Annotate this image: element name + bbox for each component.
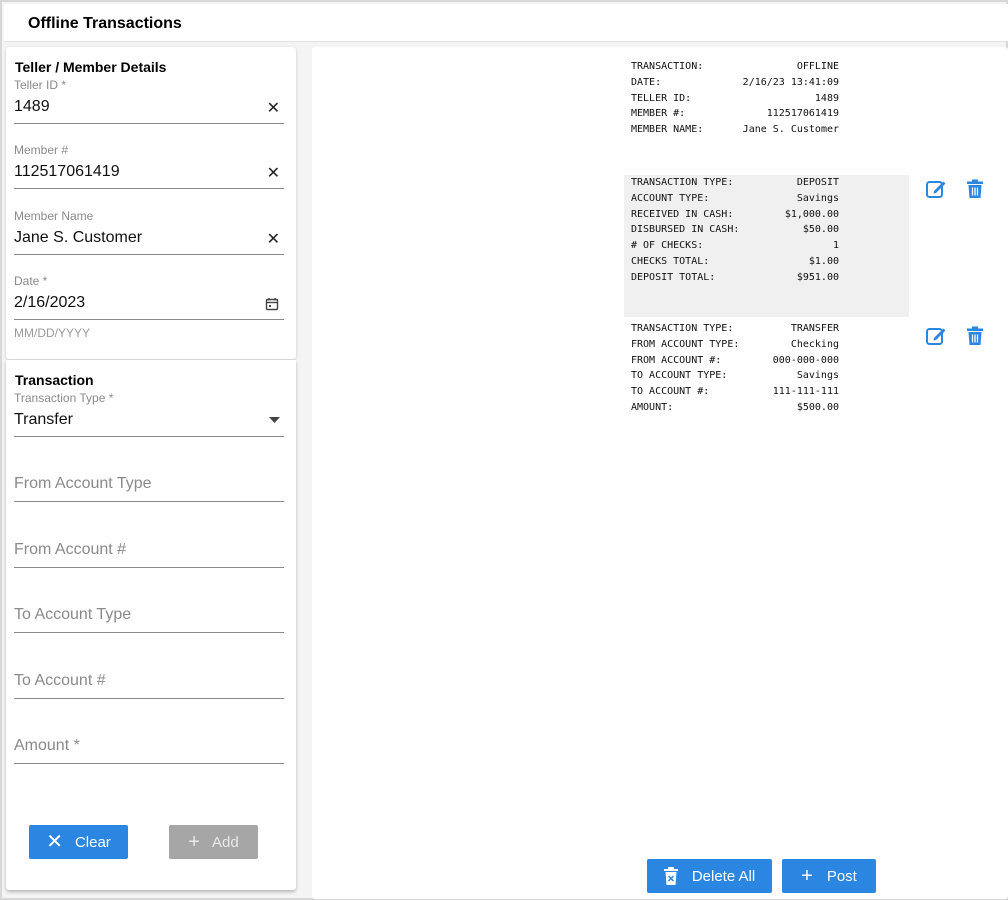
- receipt-row: TRANSACTION TYPE: TRANSFER: [631, 323, 839, 334]
- title-bar: Offline Transactions: [4, 4, 1008, 42]
- trash-icon[interactable]: [964, 178, 986, 200]
- receipt-transaction-rows: TRANSACTION TYPE: TRANSFER FROM ACCOUNT T…: [631, 323, 839, 418]
- receipt-transaction-deposit: TRANSACTION TYPE: DEPOSIT ACCOUNT TYPE: Sa…: [624, 175, 909, 317]
- transaction-type-select[interactable]: Transaction Type * Transfer: [14, 391, 284, 437]
- member-number-underline: [14, 188, 284, 189]
- member-name-value[interactable]: Jane S. Customer: [14, 229, 142, 247]
- receipt-row: TO ACCOUNT TYPE: Savings: [631, 370, 839, 382]
- trash-icon: [663, 867, 678, 885]
- to-account-type-field[interactable]: To Account Type: [14, 606, 284, 634]
- member-number-label: Member #: [14, 143, 69, 157]
- to-account-number-placeholder[interactable]: To Account #: [14, 672, 106, 690]
- amount-underline: [14, 763, 284, 764]
- receipt-row: FROM ACCOUNT #: 000-000-000: [631, 354, 839, 366]
- close-icon[interactable]: ✕: [267, 101, 280, 117]
- member-name-underline: [14, 254, 284, 255]
- clear-button[interactable]: ✕ Clear: [29, 825, 128, 859]
- to-account-number-field[interactable]: To Account #: [14, 672, 284, 700]
- app-window: Offline Transactions Teller / Member Det…: [0, 0, 1008, 900]
- delete-all-button[interactable]: Delete All: [647, 859, 772, 893]
- page-title: Offline Transactions: [28, 15, 182, 32]
- receipt-row: DEPOSIT TOTAL: $951.00: [631, 271, 839, 283]
- amount-placeholder[interactable]: Amount *: [14, 737, 80, 755]
- from-account-type-field[interactable]: From Account Type: [14, 475, 284, 503]
- edit-icon[interactable]: [925, 325, 947, 347]
- member-number-value[interactable]: 112517061419: [14, 163, 120, 181]
- date-field[interactable]: Date * 2/16/2023 MM/DD/YYYY: [14, 274, 284, 344]
- to-account-type-placeholder[interactable]: To Account Type: [14, 606, 131, 624]
- from-account-type-placeholder[interactable]: From Account Type: [14, 475, 152, 493]
- close-icon[interactable]: ✕: [267, 166, 280, 182]
- post-button-label: Post: [826, 867, 857, 885]
- to-account-type-underline: [14, 632, 284, 633]
- edit-icon[interactable]: [925, 178, 947, 200]
- date-label: Date *: [14, 274, 48, 288]
- from-account-type-underline: [14, 501, 284, 502]
- receipt-row: FROM ACCOUNT TYPE: Checking: [631, 338, 839, 350]
- receipt-row: AMOUNT: $500.00: [631, 401, 839, 413]
- transaction-type-value[interactable]: Transfer: [14, 411, 73, 429]
- date-underline: [14, 319, 284, 320]
- teller-section-title: Teller / Member Details: [15, 59, 167, 75]
- teller-id-value[interactable]: 1489: [14, 98, 50, 116]
- teller-id-underline: [14, 123, 284, 124]
- member-name-field[interactable]: Member Name Jane S. Customer ✕: [14, 209, 284, 255]
- teller-member-card: Teller / Member Details Teller ID * 1489…: [6, 47, 296, 359]
- transaction-section-title: Transaction: [15, 372, 94, 388]
- to-account-number-underline: [14, 698, 284, 699]
- post-button[interactable]: + Post: [782, 859, 876, 893]
- caret-down-icon[interactable]: [269, 417, 280, 423]
- date-value[interactable]: 2/16/2023: [14, 294, 85, 312]
- teller-id-field[interactable]: Teller ID * 1489 ✕: [14, 78, 284, 124]
- receipt-row: ACCOUNT TYPE: Savings: [631, 192, 839, 204]
- clear-button-label: Clear: [74, 833, 111, 851]
- teller-id-label: Teller ID *: [14, 78, 67, 92]
- close-icon: ✕: [46, 831, 63, 853]
- close-icon[interactable]: ✕: [267, 232, 280, 248]
- calendar-icon[interactable]: [265, 297, 279, 311]
- receipt-transaction-transfer: TRANSACTION TYPE: TRANSFER FROM ACCOUNT T…: [624, 321, 909, 421]
- receipt-row: TO ACCOUNT #: 111-111-111: [631, 386, 839, 398]
- from-account-number-field[interactable]: From Account #: [14, 541, 284, 569]
- trash-icon[interactable]: [964, 325, 986, 347]
- date-helper-text: MM/DD/YYYY: [14, 326, 91, 340]
- add-button[interactable]: + Add: [169, 825, 258, 859]
- receipt-row: MEMBER #: 112517061419: [631, 108, 839, 120]
- transaction-type-underline: [14, 436, 284, 437]
- receipt-row: DISBURSED IN CASH: $50.00: [631, 224, 839, 236]
- from-account-number-underline: [14, 567, 284, 568]
- plus-icon: +: [801, 865, 813, 887]
- receipt-row: DATE: 2/16/23 13:41:09: [631, 76, 839, 88]
- receipt-row: RECEIVED IN CASH: $1,000.00: [631, 208, 839, 220]
- receipt-row: MEMBER NAME: Jane S. Customer: [631, 124, 839, 136]
- receipt-transaction-rows: TRANSACTION TYPE: DEPOSIT ACCOUNT TYPE: Sa…: [631, 177, 839, 288]
- transaction-card: Transaction Transaction Type * Transfer …: [6, 360, 296, 890]
- from-account-number-placeholder[interactable]: From Account #: [14, 541, 126, 559]
- member-name-label: Member Name: [14, 209, 94, 223]
- receipt-row: CHECKS TOTAL: $1.00: [631, 255, 839, 267]
- receipt-header: TRANSACTION: OFFLINE DATE: 2/16/23 13:41:0…: [631, 61, 839, 140]
- receipt-row: TRANSACTION TYPE: DEPOSIT: [631, 177, 839, 188]
- receipt-row: TELLER ID: 1489: [631, 92, 839, 104]
- delete-all-label: Delete All: [691, 867, 756, 885]
- add-button-label: Add: [211, 833, 239, 851]
- transaction-type-label: Transaction Type *: [14, 391, 114, 405]
- receipt-row: TRANSACTION: OFFLINE: [631, 61, 839, 72]
- member-number-field[interactable]: Member # 112517061419 ✕: [14, 143, 284, 189]
- amount-field[interactable]: Amount *: [14, 737, 284, 765]
- receipt-row: # OF CHECKS: 1: [631, 240, 839, 252]
- plus-icon: +: [188, 831, 200, 853]
